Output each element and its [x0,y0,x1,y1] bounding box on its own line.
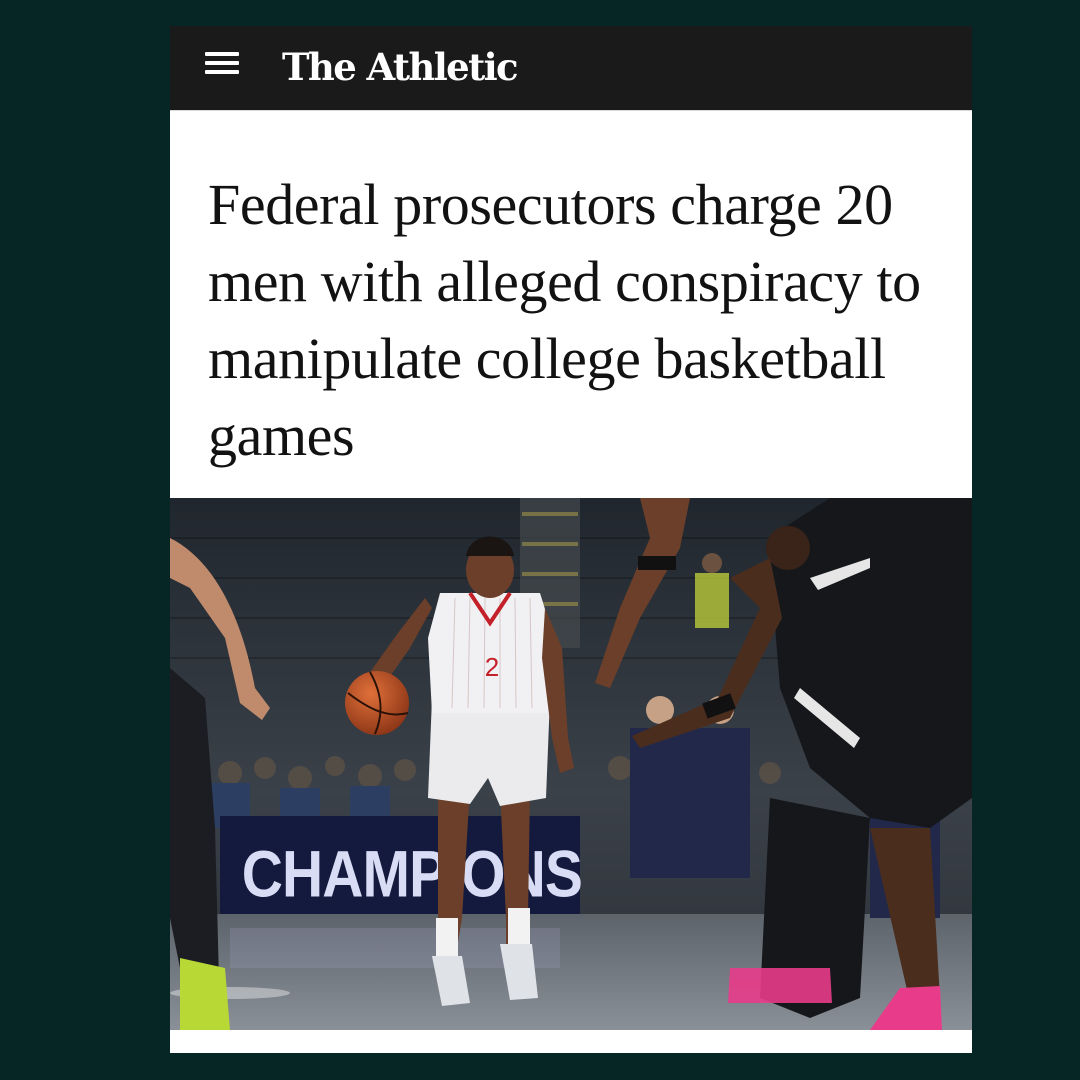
header-divider [170,110,972,111]
article-hero-photo[interactable]: CHAMPIONS 2 [170,498,972,1030]
champions-banner-text: CHAMPIONS [242,838,582,912]
jersey-number: 2 [485,652,499,682]
article-headline[interactable]: Federal prosecutors charge 20 men with a… [208,166,938,474]
site-header: The Athletic [170,26,972,110]
site-logo[interactable]: The Athletic [282,44,519,90]
hamburger-menu-icon[interactable] [205,51,239,75]
article-card: The Athletic Federal prosecutors charge … [170,26,972,1053]
